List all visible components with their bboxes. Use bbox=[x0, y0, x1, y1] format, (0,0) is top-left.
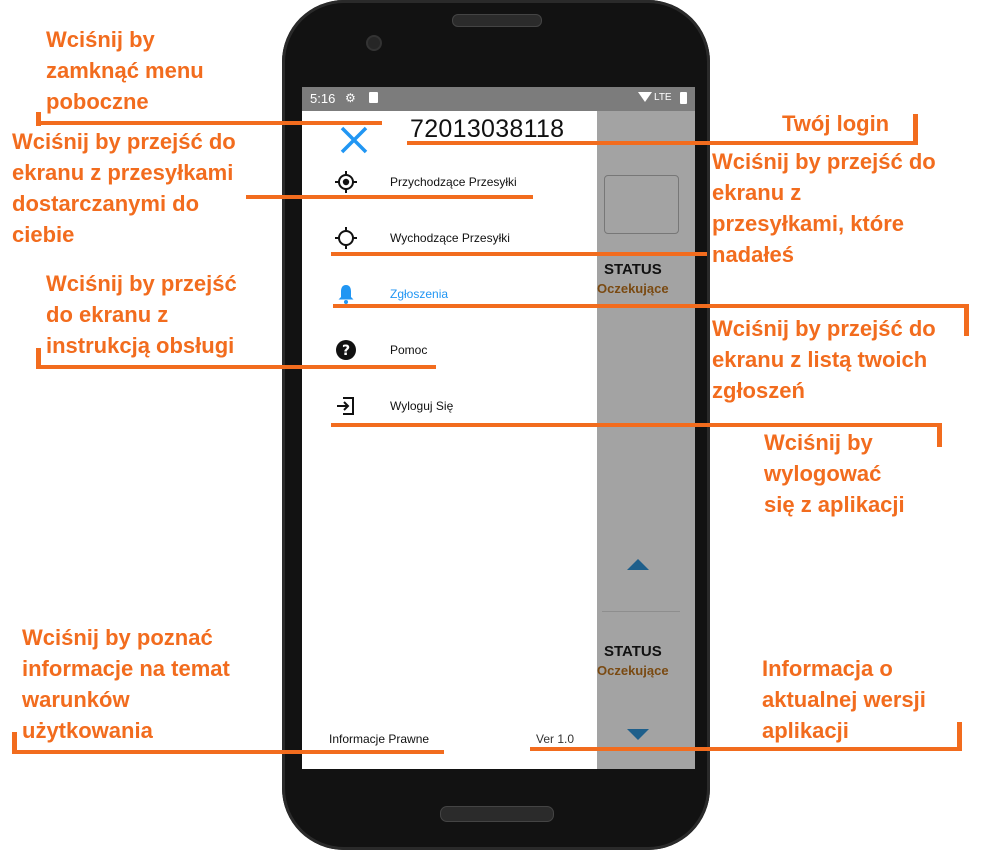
menu-item-label: Przychodzące Przesyłki bbox=[390, 175, 517, 189]
annotation-legal: Wciśnij by poznać informacje na temat wa… bbox=[22, 625, 230, 743]
annotation-login: Twój login bbox=[782, 111, 890, 136]
callout-line bbox=[36, 121, 382, 125]
callout-line bbox=[12, 750, 444, 754]
battery-icon bbox=[680, 92, 687, 104]
annotation-version: Informacja o aktualnej wersji aplikacji bbox=[762, 656, 926, 743]
annotation-incoming-parcels: Wciśnij by przejść do ekranu z przesyłka… bbox=[12, 129, 236, 247]
callout-line bbox=[12, 732, 17, 754]
background-input-box bbox=[604, 175, 679, 234]
callout-line bbox=[407, 141, 917, 145]
status-label: STATUS bbox=[604, 261, 662, 278]
callout-line bbox=[937, 423, 942, 447]
earpiece-speaker bbox=[452, 14, 542, 27]
target-crosshair-icon bbox=[334, 170, 358, 194]
callout-line bbox=[331, 252, 707, 256]
menu-item-help[interactable]: ? Pomoc bbox=[302, 330, 597, 370]
close-menu-button[interactable] bbox=[338, 124, 370, 156]
menu-item-label: Wychodzące Przesyłki bbox=[390, 231, 510, 245]
menu-item-logout[interactable]: Wyloguj Się bbox=[302, 386, 597, 426]
menu-item-reports[interactable]: Zgłoszenia bbox=[302, 274, 597, 314]
menu-item-label: Wyloguj Się bbox=[390, 399, 454, 413]
svg-text:?: ? bbox=[342, 343, 350, 359]
callout-line bbox=[333, 304, 968, 308]
help-circle-icon: ? bbox=[334, 338, 358, 362]
sd-card-icon bbox=[369, 92, 378, 103]
callout-line bbox=[964, 304, 969, 336]
menu-item-label: Pomoc bbox=[390, 343, 428, 357]
lte-indicator: LTE bbox=[654, 92, 672, 103]
settings-gear-icon: ⚙ bbox=[345, 91, 356, 105]
bell-icon bbox=[334, 282, 358, 306]
user-login: 72013038118 bbox=[410, 115, 565, 143]
crosshair-icon bbox=[334, 226, 358, 250]
status-time: 5:16 bbox=[310, 91, 336, 106]
annotation-close-menu: Wciśnij by zamknąć menu poboczne bbox=[46, 27, 204, 114]
callout-line bbox=[957, 722, 962, 751]
android-status-bar: 5:16 ⚙ LTE bbox=[302, 87, 695, 111]
logout-icon bbox=[334, 394, 358, 418]
annotation-help: Wciśnij by przejść do ekranu z instrukcj… bbox=[46, 271, 237, 358]
menu-item-label: Zgłoszenia bbox=[390, 287, 449, 301]
status-value: Oczekujące bbox=[597, 663, 669, 678]
callout-line bbox=[246, 195, 533, 199]
annotation-reports: Wciśnij by przejść do ekranu z listą two… bbox=[712, 316, 936, 403]
app-version: Ver 1.0 bbox=[536, 732, 575, 746]
annotation-logout: Wciśnij by wylogować się z aplikacji bbox=[764, 430, 905, 517]
front-camera bbox=[366, 35, 382, 51]
status-value: Oczekujące bbox=[597, 281, 669, 296]
legal-info-link[interactable]: Informacje Prawne bbox=[329, 732, 429, 746]
callout-line bbox=[36, 365, 436, 369]
callout-line bbox=[913, 114, 918, 145]
wifi-icon bbox=[638, 92, 652, 102]
close-icon bbox=[340, 126, 368, 154]
status-label: STATUS bbox=[604, 643, 662, 660]
collapse-arrow-icon bbox=[627, 559, 649, 570]
card-divider bbox=[602, 611, 680, 612]
callout-line bbox=[530, 747, 962, 751]
callout-line bbox=[331, 423, 941, 427]
callout-line bbox=[36, 348, 41, 369]
navigation-drawer: 72013038118 Przychodzące Przesyłki Wycho… bbox=[302, 111, 597, 769]
phone-screen: STATUS Oczekujące STATUS Oczekujące 5:16… bbox=[302, 87, 695, 769]
expand-arrow-icon bbox=[627, 729, 649, 740]
bottom-speaker bbox=[440, 806, 554, 822]
annotation-outgoing-parcels: Wciśnij by przejść do ekranu z przesyłka… bbox=[712, 149, 936, 267]
